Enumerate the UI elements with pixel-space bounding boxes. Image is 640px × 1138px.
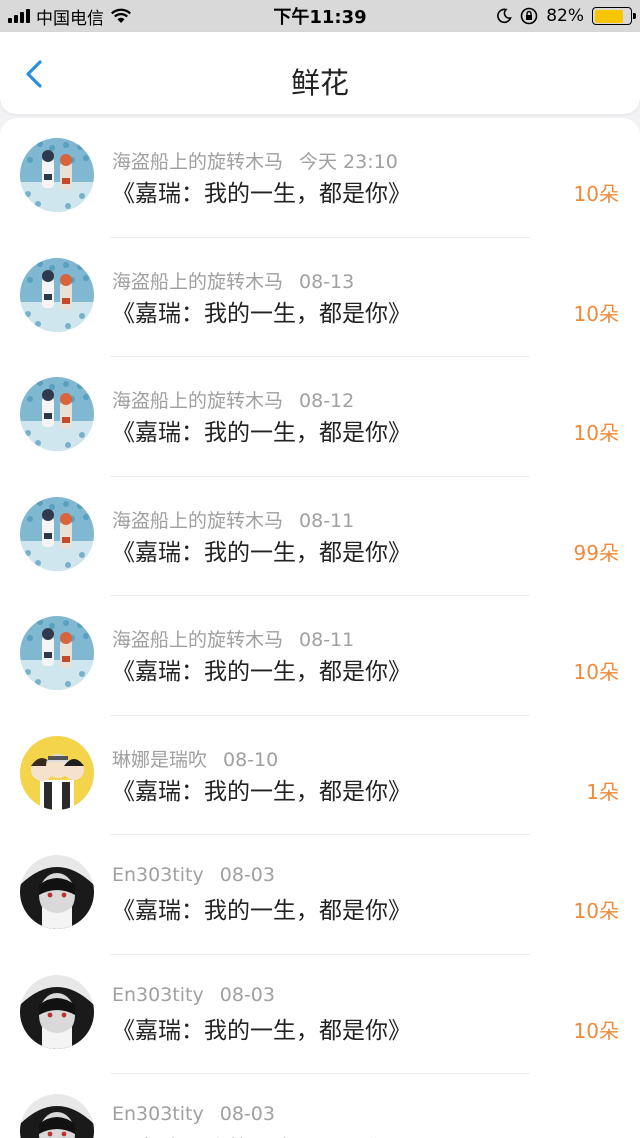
flower-message: 《嘉瑞：我的一生，都是你》 bbox=[112, 659, 411, 685]
sender-meta: En303tity 08-03 bbox=[112, 1103, 275, 1125]
list-item[interactable]: En303tity 08-03 《嘉瑞：我的一生，都是你》 10朵 bbox=[0, 835, 640, 955]
list-item[interactable]: 海盗船上的旋转木马 08-13 《嘉瑞：我的一生，都是你》 10朵 bbox=[0, 238, 640, 357]
sender-name: 琳娜是瑞吹 bbox=[112, 748, 208, 771]
flower-message: 《嘉瑞：我的一生，都是你》 bbox=[112, 300, 411, 327]
sender-name: En303tity bbox=[112, 1103, 204, 1125]
sender-meta: 琳娜是瑞吹 08-10 bbox=[112, 745, 278, 772]
sender-name: 海盗船上的旋转木马 bbox=[112, 151, 284, 173]
send-date: 08-03 bbox=[219, 864, 275, 886]
sender-name: 海盗船上的旋转木马 bbox=[112, 270, 284, 293]
avatar[interactable] bbox=[20, 735, 94, 810]
status-bar: 中国电信 下午11:39 82% bbox=[0, 0, 640, 32]
sender-name: En303tity bbox=[112, 983, 204, 1006]
avatar[interactable] bbox=[20, 257, 94, 332]
flower-message: 《嘉瑞：我的一生，都是你》 bbox=[112, 181, 411, 207]
send-date: 08-13 bbox=[299, 270, 355, 293]
list-item[interactable]: 海盗船上的旋转木马 08-12 《嘉瑞：我的一生，都是你》 10朵 bbox=[0, 357, 640, 477]
sender-meta: 海盗船上的旋转木马 08-13 bbox=[112, 267, 354, 294]
flower-list: 海盗船上的旋转木马 今天 23:10 《嘉瑞：我的一生，都是你》 10朵 海盗船上的旋… bbox=[0, 118, 640, 1138]
page-title: 鲜花 bbox=[290, 66, 349, 100]
status-right: 82% bbox=[496, 0, 636, 32]
flower-count: 10朵 bbox=[574, 1134, 619, 1138]
avatar[interactable] bbox=[20, 496, 94, 571]
flower-message: 《嘉瑞：我的一生，都是你》 bbox=[112, 420, 411, 446]
sender-meta: En303tity 08-03 bbox=[112, 984, 275, 1006]
sender-meta: 海盗船上的旋转木马 08-11 bbox=[112, 506, 354, 533]
sender-name: 海盗船上的旋转木马 bbox=[112, 629, 284, 651]
flower-message: 《嘉瑞：我的一生，都是你》 bbox=[112, 1130, 411, 1138]
sender-name: En303tity bbox=[112, 864, 204, 886]
send-date: 08-11 bbox=[299, 509, 355, 532]
send-date: 08-03 bbox=[219, 983, 275, 1006]
flower-count: 1朵 bbox=[586, 779, 619, 804]
send-date: 08-12 bbox=[299, 390, 355, 412]
avatar[interactable] bbox=[20, 616, 94, 690]
sender-name: 海盗船上的旋转木马 bbox=[112, 390, 284, 412]
nav-bar: 鲜花 bbox=[0, 32, 640, 114]
battery-percent: 82% bbox=[546, 6, 584, 26]
list-item[interactable]: En303tity 08-03 《嘉瑞：我的一生，都是你》 10朵 bbox=[0, 955, 640, 1074]
flower-count: 10朵 bbox=[573, 421, 619, 445]
sender-meta: 海盗船上的旋转木马 今天 23:10 bbox=[112, 147, 398, 174]
list-item[interactable]: En303tity 08-03 《嘉瑞：我的一生，都是你》 10朵 bbox=[0, 1074, 640, 1138]
flower-count: 10朵 bbox=[573, 182, 619, 206]
sender-meta: En303tity 08-03 bbox=[112, 864, 275, 886]
flower-message: 《嘉瑞：我的一生，都是你》 bbox=[112, 539, 411, 566]
send-date: 今天 23:10 bbox=[299, 151, 398, 173]
list-item[interactable]: 海盗船上的旋转木马 08-11 《嘉瑞：我的一生，都是你》 10朵 bbox=[0, 596, 640, 716]
flower-count: 10朵 bbox=[573, 301, 619, 326]
flower-count: 10朵 bbox=[573, 1018, 619, 1043]
avatar[interactable] bbox=[20, 855, 94, 929]
flower-message: 《嘉瑞：我的一生，都是你》 bbox=[112, 778, 411, 805]
flower-count: 10朵 bbox=[573, 899, 619, 923]
avatar[interactable] bbox=[20, 1094, 94, 1138]
battery-icon bbox=[592, 7, 636, 25]
flower-count: 99朵 bbox=[573, 540, 619, 565]
list-item[interactable]: 琳娜是瑞吹 08-10 《嘉瑞：我的一生，都是你》 1朵 bbox=[0, 716, 640, 835]
list-item[interactable]: 海盗船上的旋转木马 今天 23:10 《嘉瑞：我的一生，都是你》 10朵 bbox=[0, 118, 640, 238]
send-date: 08-03 bbox=[219, 1103, 275, 1125]
avatar[interactable] bbox=[20, 138, 94, 212]
moon-icon bbox=[497, 8, 512, 24]
flower-count: 10朵 bbox=[573, 660, 619, 684]
flower-message: 《嘉瑞：我的一生，都是你》 bbox=[112, 1017, 411, 1044]
rotation-lock-icon bbox=[520, 7, 538, 25]
sender-name: 海盗船上的旋转木马 bbox=[112, 509, 284, 532]
send-date: 08-11 bbox=[299, 629, 355, 651]
flower-message: 《嘉瑞：我的一生，都是你》 bbox=[112, 898, 411, 924]
avatar[interactable] bbox=[20, 377, 94, 451]
sender-meta: 海盗船上的旋转木马 08-11 bbox=[112, 625, 354, 652]
send-date: 08-10 bbox=[223, 748, 279, 771]
sender-meta: 海盗船上的旋转木马 08-12 bbox=[112, 386, 354, 413]
list-item[interactable]: 海盗船上的旋转木马 08-11 《嘉瑞：我的一生，都是你》 99朵 bbox=[0, 477, 640, 596]
avatar[interactable] bbox=[20, 974, 94, 1049]
